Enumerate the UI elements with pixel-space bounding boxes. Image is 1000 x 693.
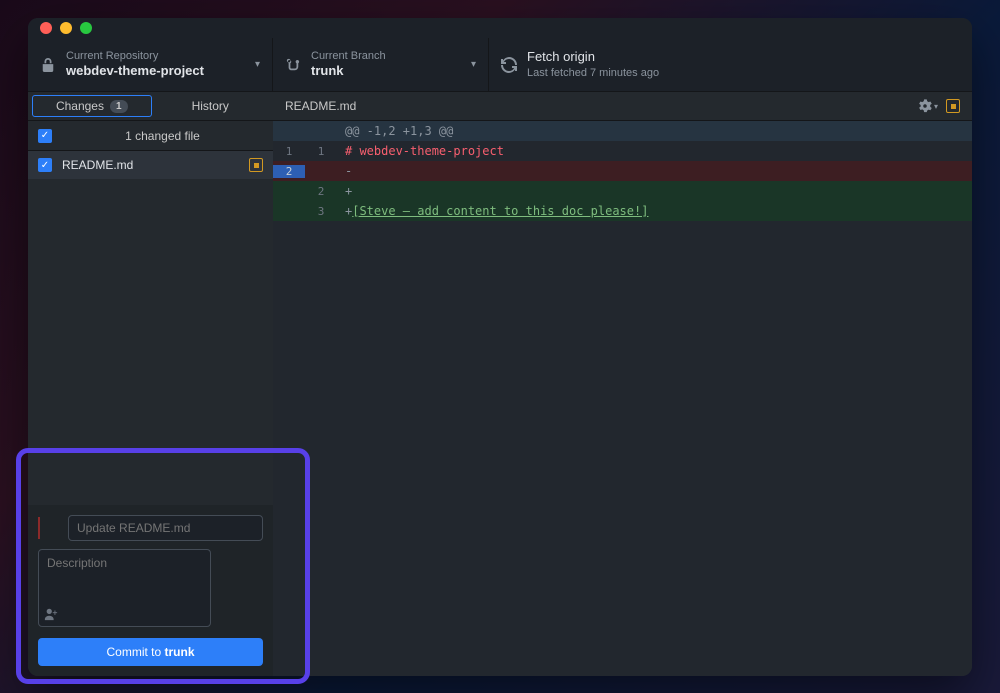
tab-changes-label: Changes	[56, 99, 104, 113]
branch-icon	[285, 57, 301, 73]
fetch-label: Fetch origin	[527, 49, 659, 66]
modified-icon	[249, 158, 263, 172]
file-checkbox[interactable]: ✓	[38, 158, 52, 172]
toolbar: Current Repository webdev-theme-project …	[28, 38, 972, 92]
maximize-window-button[interactable]	[80, 22, 92, 34]
select-all-checkbox[interactable]: ✓	[38, 129, 52, 143]
commit-summary-input[interactable]	[68, 515, 263, 541]
file-list-header: ✓ 1 changed file	[28, 121, 273, 151]
repository-selector[interactable]: Current Repository webdev-theme-project …	[28, 38, 273, 91]
tab-history[interactable]: History	[152, 92, 270, 120]
commit-description-input[interactable]	[38, 549, 211, 627]
branch-label: Current Branch	[311, 49, 386, 63]
diff-settings-button[interactable]: ▾	[918, 99, 938, 113]
chevron-down-icon: ▾	[255, 59, 260, 70]
changes-count-badge: 1	[110, 100, 128, 113]
avatar	[38, 517, 60, 539]
diff-line[interactable]: 2 -	[273, 161, 972, 181]
diff-filename: README.md	[285, 99, 356, 113]
commit-button-branch: trunk	[165, 645, 195, 659]
diff-area: README.md ▾ @@ -1,2 +1,3 @@	[273, 92, 972, 676]
file-item[interactable]: ✓ README.md	[28, 151, 273, 179]
diff-line[interactable]: 1 1 # webdev-theme-project	[273, 141, 972, 161]
sidebar: Changes 1 History ✓ 1 changed file ✓ REA…	[28, 92, 273, 676]
sync-icon	[501, 57, 517, 73]
file-name-label: README.md	[62, 158, 239, 172]
close-window-button[interactable]	[40, 22, 52, 34]
fetch-origin-button[interactable]: Fetch origin Last fetched 7 minutes ago	[489, 38, 972, 91]
add-coauthor-icon[interactable]	[44, 607, 58, 624]
changed-files-count: 1 changed file	[62, 129, 263, 143]
commit-panel: Commit to trunk	[28, 505, 273, 676]
sidebar-tabs: Changes 1 History	[28, 92, 273, 121]
diff-content: @@ -1,2 +1,3 @@ 1 1 # webdev-theme-proje…	[273, 121, 972, 676]
fetch-status: Last fetched 7 minutes ago	[527, 66, 659, 80]
app-window: Current Repository webdev-theme-project …	[28, 18, 972, 676]
commit-button-prefix: Commit to	[106, 645, 164, 659]
repo-label: Current Repository	[66, 49, 204, 63]
minimize-window-button[interactable]	[60, 22, 72, 34]
chevron-down-icon: ▾	[471, 59, 476, 70]
tab-changes[interactable]: Changes 1	[32, 95, 152, 117]
modified-icon	[946, 99, 960, 113]
diff-header: README.md ▾	[273, 92, 972, 121]
diff-line[interactable]: 2 +	[273, 181, 972, 201]
branch-name: trunk	[311, 63, 386, 80]
commit-button[interactable]: Commit to trunk	[38, 638, 263, 666]
diff-line[interactable]: 3 +[Steve — add content to this doc plea…	[273, 201, 972, 221]
branch-selector[interactable]: Current Branch trunk ▾	[273, 38, 489, 91]
diff-hunk-header: @@ -1,2 +1,3 @@	[273, 121, 972, 141]
main-area: Changes 1 History ✓ 1 changed file ✓ REA…	[28, 92, 972, 676]
tab-history-label: History	[192, 99, 229, 113]
repo-name: webdev-theme-project	[66, 63, 204, 80]
titlebar	[28, 18, 972, 38]
lock-icon	[40, 57, 56, 73]
